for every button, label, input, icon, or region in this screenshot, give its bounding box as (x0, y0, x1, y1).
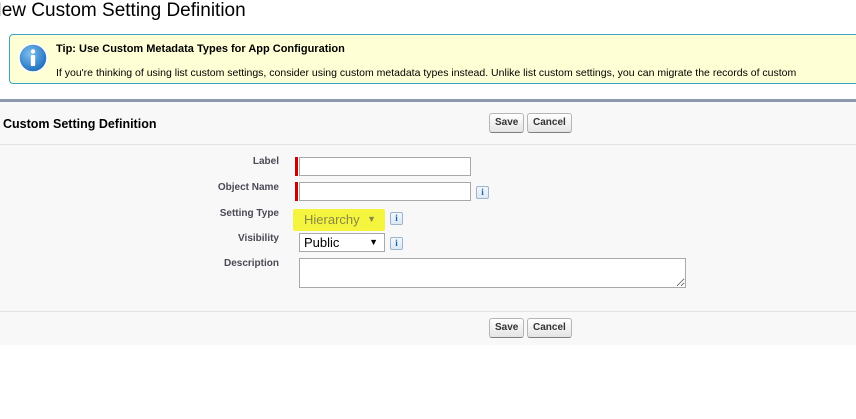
visibility-selected-value: Public (304, 235, 340, 250)
section-header: Custom Setting Definition Save Cancel (0, 102, 856, 145)
setting-type-field-label: Setting Type (219, 208, 279, 219)
required-marker (295, 157, 298, 176)
chevron-down-icon: ▼ (367, 214, 376, 224)
description-textarea[interactable] (299, 258, 686, 288)
tip-message: Tip: Use Custom Metadata Types for App C… (9, 34, 856, 84)
visibility-info-icon[interactable]: i (390, 237, 403, 250)
custom-setting-definition-section: Custom Setting Definition Save Cancel Sa… (0, 99, 856, 345)
cancel-button-bottom[interactable]: Cancel (527, 318, 572, 338)
save-button-top[interactable]: Save (489, 113, 525, 133)
cancel-button-top[interactable]: Cancel (527, 113, 572, 133)
setting-type-select[interactable]: Hierarchy ▼ (299, 210, 385, 229)
tip-body: If you're thinking of using list custom … (56, 67, 797, 79)
page-title: New Custom Setting Definition (0, 0, 246, 21)
object-name-info-icon[interactable]: i (476, 186, 489, 199)
setting-type-info-icon[interactable]: i (390, 212, 403, 225)
label-input[interactable] (299, 157, 471, 176)
save-button-bottom[interactable]: Save (489, 318, 525, 338)
object-name-field-label: Object Name (217, 182, 279, 193)
setting-type-selected-value: Hierarchy (304, 212, 360, 227)
chevron-down-icon: ▼ (369, 237, 378, 247)
object-name-input[interactable] (299, 182, 471, 201)
visibility-select[interactable]: Public ▼ (299, 233, 385, 252)
section-footer: Save Cancel (0, 311, 856, 345)
required-marker (295, 182, 298, 201)
info-icon (18, 43, 48, 73)
tip-title: Tip: Use Custom Metadata Types for App C… (56, 43, 345, 55)
section-title: Custom Setting Definition (3, 117, 157, 131)
description-field-label: Description (223, 258, 279, 269)
label-field-label: Label (252, 156, 279, 167)
visibility-field-label: Visibility (238, 233, 279, 244)
